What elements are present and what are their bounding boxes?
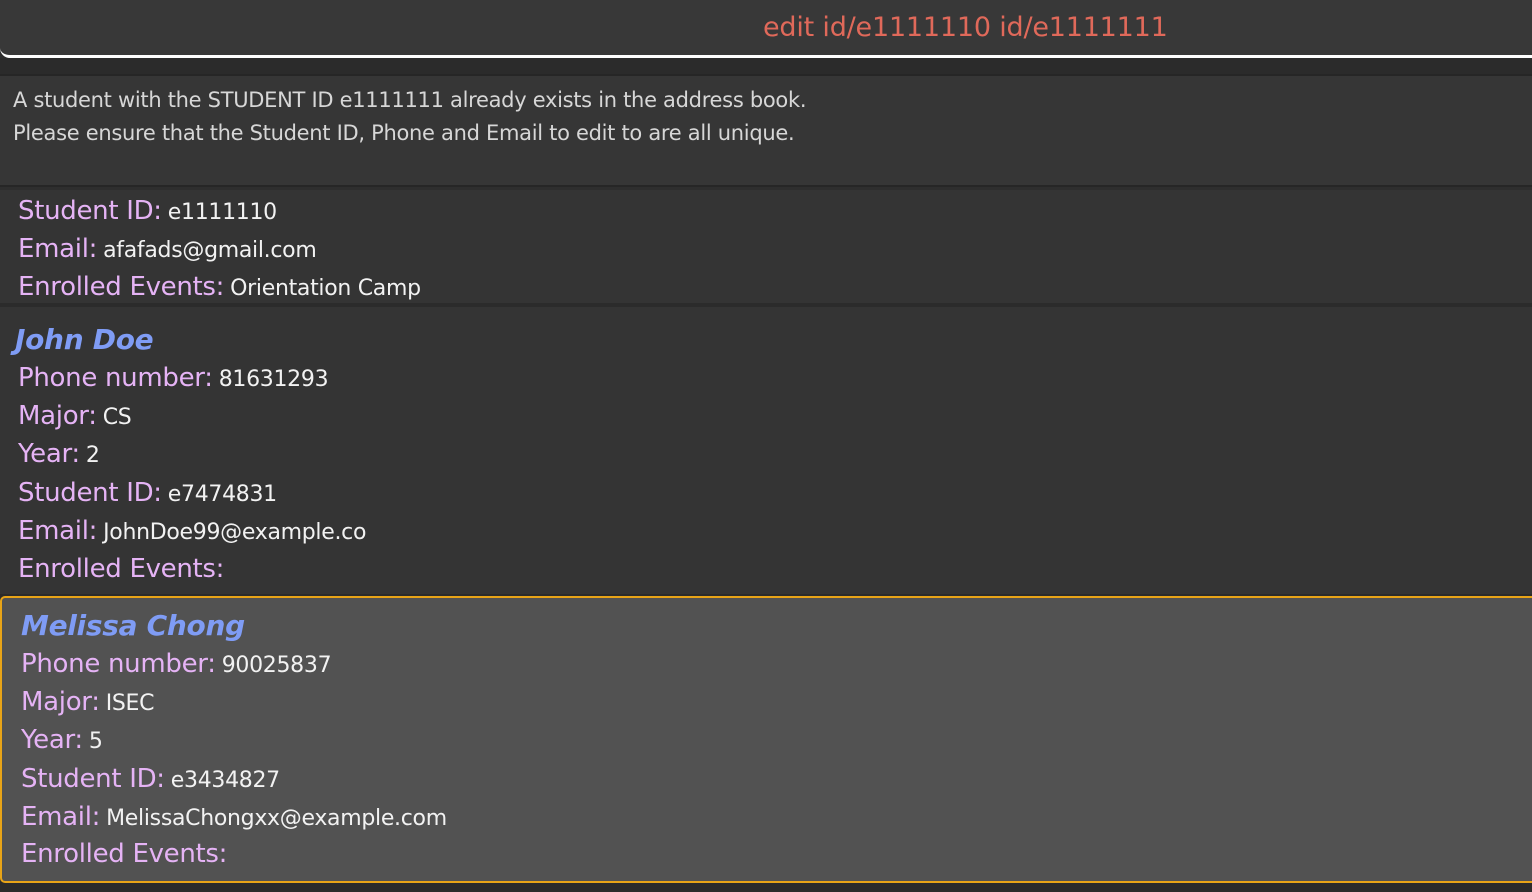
command-input[interactable]: edit id/e1111110 id/e1111111 <box>763 12 1168 43</box>
result-message-line-1: A student with the STUDENT ID e1111111 a… <box>13 88 807 112</box>
events-row: Enrolled Events: Orientation Camp <box>18 272 421 308</box>
events-row: Enrolled Events: <box>21 839 233 875</box>
events-label: Enrolled Events: <box>18 554 225 584</box>
year-value: 5 <box>88 729 103 754</box>
email-row: Email: MelissaChongxx@example.com <box>21 802 447 838</box>
result-display: A student with the STUDENT ID e1111111 a… <box>0 74 1532 187</box>
email-value: afafads@gmail.com <box>103 238 317 263</box>
phone-label: Phone number: <box>18 363 213 393</box>
major-value: ISEC <box>105 691 155 716</box>
student-id-row: Student ID: e3434827 <box>21 764 280 800</box>
phone-value: 90025837 <box>221 653 332 678</box>
year-value: 2 <box>85 443 100 468</box>
year-label: Year: <box>18 439 80 469</box>
events-row: Enrolled Events: <box>18 554 230 590</box>
student-card-selected[interactable]: Melissa Chong Phone number: 90025837 Majo… <box>0 596 1532 883</box>
divider <box>0 58 1532 74</box>
major-value: CS <box>102 405 132 430</box>
email-value: MelissaChongxx@example.com <box>106 806 447 831</box>
phone-row: Phone number: 81631293 <box>18 363 329 399</box>
phone-row: Phone number: 90025837 <box>21 649 332 685</box>
student-id-row: Student ID: e7474831 <box>18 478 277 514</box>
student-id-value: e1111110 <box>167 200 277 225</box>
major-row: Major: CS <box>18 401 132 437</box>
email-row: Email: JohnDoe99@example.co <box>18 516 366 552</box>
email-row: Email: afafads@gmail.com <box>18 234 317 270</box>
student-id-label: Student ID: <box>18 196 162 226</box>
events-value: Orientation Camp <box>230 276 421 301</box>
student-id-value: e3434827 <box>170 768 280 793</box>
student-id-label: Student ID: <box>18 478 162 508</box>
email-label: Email: <box>18 234 98 264</box>
year-row: Year: 5 <box>21 725 103 761</box>
year-label: Year: <box>21 725 83 755</box>
phone-value: 81631293 <box>218 367 329 392</box>
student-card[interactable]: Student ID: e1111110 Email: afafads@gmail.… <box>0 190 1532 303</box>
major-row: Major: ISEC <box>21 687 155 723</box>
student-id-row: Student ID: e1111110 <box>18 196 277 232</box>
student-card[interactable]: John Doe Phone number: 81631293 Major: CS … <box>0 307 1532 594</box>
student-id-label: Student ID: <box>21 764 165 794</box>
phone-label: Phone number: <box>21 649 216 679</box>
email-value: JohnDoe99@example.co <box>103 520 367 545</box>
major-label: Major: <box>18 401 97 431</box>
result-message-line-2: Please ensure that the Student ID, Phone… <box>13 121 795 145</box>
email-label: Email: <box>18 516 98 546</box>
command-box[interactable]: edit id/e1111110 id/e1111111 <box>0 0 1532 58</box>
major-label: Major: <box>21 687 100 717</box>
student-name: John Doe <box>15 323 154 356</box>
events-label: Enrolled Events: <box>21 839 228 869</box>
student-id-value: e7474831 <box>167 482 277 507</box>
year-row: Year: 2 <box>18 439 100 475</box>
email-label: Email: <box>21 802 101 832</box>
student-name: Melissa Chong <box>21 609 245 642</box>
events-label: Enrolled Events: <box>18 272 225 302</box>
student-list[interactable]: Student ID: e1111110 Email: afafads@gmail.… <box>0 190 1532 892</box>
